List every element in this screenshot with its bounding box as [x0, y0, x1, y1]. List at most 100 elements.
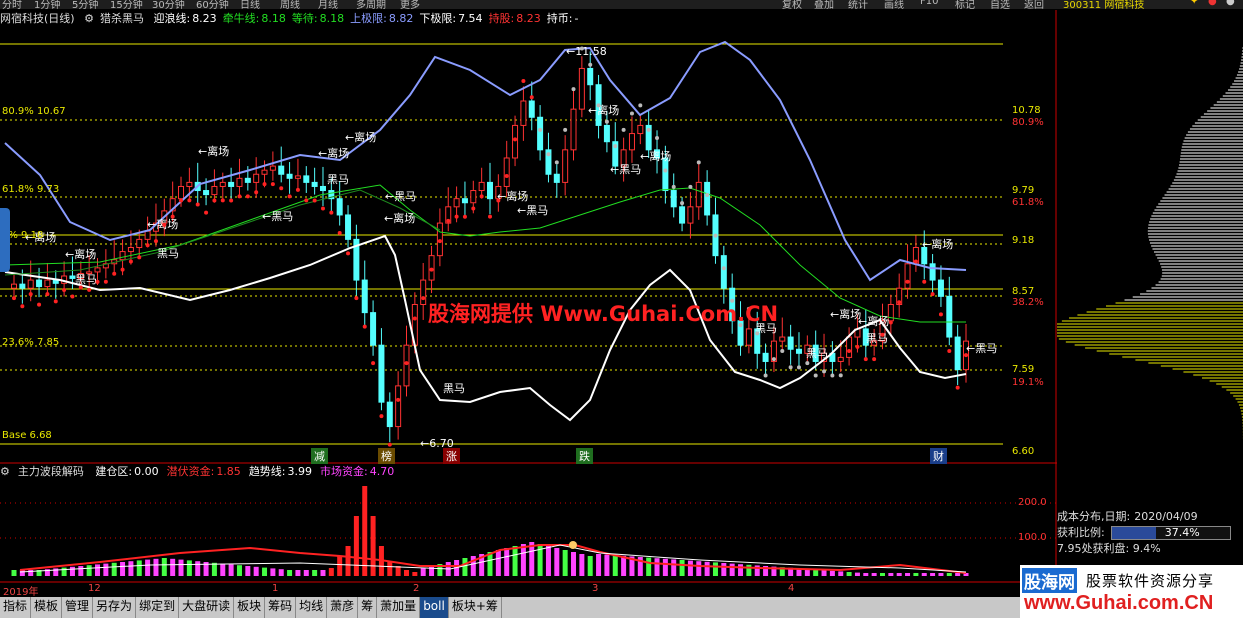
- sar-dot: [763, 373, 768, 378]
- dark-horse-annotation: 黑马: [866, 332, 888, 345]
- sar-dot: [930, 292, 935, 297]
- dark-horse-annotation: 黑马: [327, 173, 349, 186]
- tab-10[interactable]: 筹: [358, 597, 378, 618]
- sar-dot: [554, 160, 559, 165]
- tab-1[interactable]: 模板: [31, 597, 63, 618]
- dark-horse-annotation: 黑马: [806, 347, 828, 360]
- sub-bar: [696, 561, 702, 576]
- sar-dot: [780, 349, 785, 354]
- gear-icon[interactable]: ⚙: [84, 12, 94, 25]
- candle-body: [395, 385, 402, 428]
- sub-bar: [403, 570, 409, 576]
- sub-bar: [328, 568, 334, 576]
- sub-bar: [854, 572, 860, 576]
- sar-dot: [320, 206, 325, 211]
- tab-7[interactable]: 筹码: [265, 597, 297, 618]
- indicator-value: 8.23: [516, 12, 541, 25]
- sar-dot: [437, 239, 442, 244]
- sub-indicator-name[interactable]: 主力波段解码: [18, 465, 84, 478]
- event-mark[interactable]: 榜: [378, 448, 395, 464]
- candle-body: [670, 190, 677, 208]
- candle-body: [603, 124, 610, 143]
- sub-bar: [120, 562, 126, 576]
- sub-bar: [913, 573, 919, 576]
- sub-bar: [312, 570, 318, 576]
- ad-url: www.Guhai.com.CN: [1024, 592, 1214, 614]
- indicator-value: 7.54: [458, 12, 483, 25]
- sar-dot: [504, 173, 509, 178]
- candle-body: [94, 267, 101, 273]
- sub-bar: [587, 556, 593, 576]
- side-collapse-handle[interactable]: [0, 208, 10, 272]
- event-mark[interactable]: 财: [930, 448, 947, 464]
- sub-indicator-label: 趋势线:: [248, 465, 286, 478]
- sar-dot: [713, 233, 718, 238]
- tab-3[interactable]: 另存为: [93, 597, 137, 618]
- event-mark[interactable]: 减: [311, 448, 328, 464]
- sar-dot: [604, 119, 609, 124]
- sub-bar: [145, 559, 151, 576]
- sub-bar: [879, 573, 885, 576]
- stock-name[interactable]: 网宿科技(日线): [0, 12, 75, 25]
- candle-body: [278, 165, 285, 175]
- sub-bar: [520, 544, 526, 576]
- candle-body: [570, 108, 577, 151]
- sub-bar: [863, 573, 869, 576]
- sar-dot: [513, 137, 518, 142]
- tab-5[interactable]: 大盘研读: [179, 597, 235, 618]
- event-mark[interactable]: 涨: [443, 448, 460, 464]
- candle-body: [720, 255, 727, 289]
- date-tick: 12: [88, 583, 101, 594]
- sub-bar: [429, 566, 435, 576]
- sar-dot: [529, 95, 534, 100]
- candle-body: [253, 173, 260, 183]
- indicator-label: 上极限:: [350, 12, 387, 25]
- indicator-name[interactable]: 猎杀黑马: [100, 12, 144, 25]
- sar-dot: [621, 127, 626, 132]
- candle-body: [119, 251, 126, 261]
- sar-dot: [964, 353, 968, 358]
- sub-bar: [228, 564, 234, 576]
- candle-body: [637, 124, 644, 135]
- price-tick: 7.59: [1012, 364, 1035, 375]
- candle-body: [303, 175, 310, 183]
- sar-dot: [796, 365, 801, 370]
- sar-dot: [446, 218, 451, 223]
- sar-dot: [655, 135, 660, 140]
- sar-dot: [95, 279, 100, 284]
- candle-body: [745, 328, 752, 346]
- sub-bar: [320, 570, 326, 576]
- candle-body: [795, 348, 802, 354]
- price-tick: 10.78: [1012, 105, 1041, 116]
- tab-8[interactable]: 均线: [296, 597, 328, 618]
- event-mark[interactable]: 跌: [576, 448, 593, 464]
- ratio-bar: 37.4%: [1110, 526, 1231, 540]
- tab-12[interactable]: boll: [420, 597, 449, 618]
- gear-icon-sub[interactable]: ⚙: [0, 465, 10, 478]
- sub-axis-tick: 100.0: [1018, 532, 1047, 543]
- sub-bar: [462, 558, 468, 576]
- indicator-lines: ←离场←离场←离场←离场←离场←离场←离场←离场←离场←离场←离场←离场←离场黑…: [4, 40, 997, 450]
- tab-9[interactable]: 萧彦: [327, 597, 359, 618]
- sub-bar: [387, 562, 393, 576]
- sar-dot: [897, 300, 902, 305]
- tab-4[interactable]: 绑定到: [136, 597, 180, 618]
- sub-bar: [178, 559, 184, 576]
- ad-banner[interactable]: 股海网 股票软件资源分享 www.Guhai.com.CN: [1020, 565, 1243, 618]
- candle-body: [679, 206, 686, 224]
- tab-2[interactable]: 管理: [62, 597, 94, 618]
- sar-dot: [53, 299, 58, 304]
- sar-dot: [822, 369, 827, 374]
- sub-bar: [69, 566, 75, 576]
- sub-bar: [370, 516, 376, 576]
- sar-dot: [496, 198, 501, 203]
- sub-bar: [821, 570, 827, 576]
- candle-body: [587, 67, 594, 86]
- tab-6[interactable]: 板块: [234, 597, 266, 618]
- tab-13[interactable]: 板块+筹: [449, 597, 502, 618]
- tab-0[interactable]: 指标: [0, 597, 32, 618]
- trend-line-2: [4, 189, 441, 276]
- tab-11[interactable]: 萧加量: [377, 597, 421, 618]
- candle-body: [503, 157, 510, 187]
- candle-body: [904, 263, 911, 289]
